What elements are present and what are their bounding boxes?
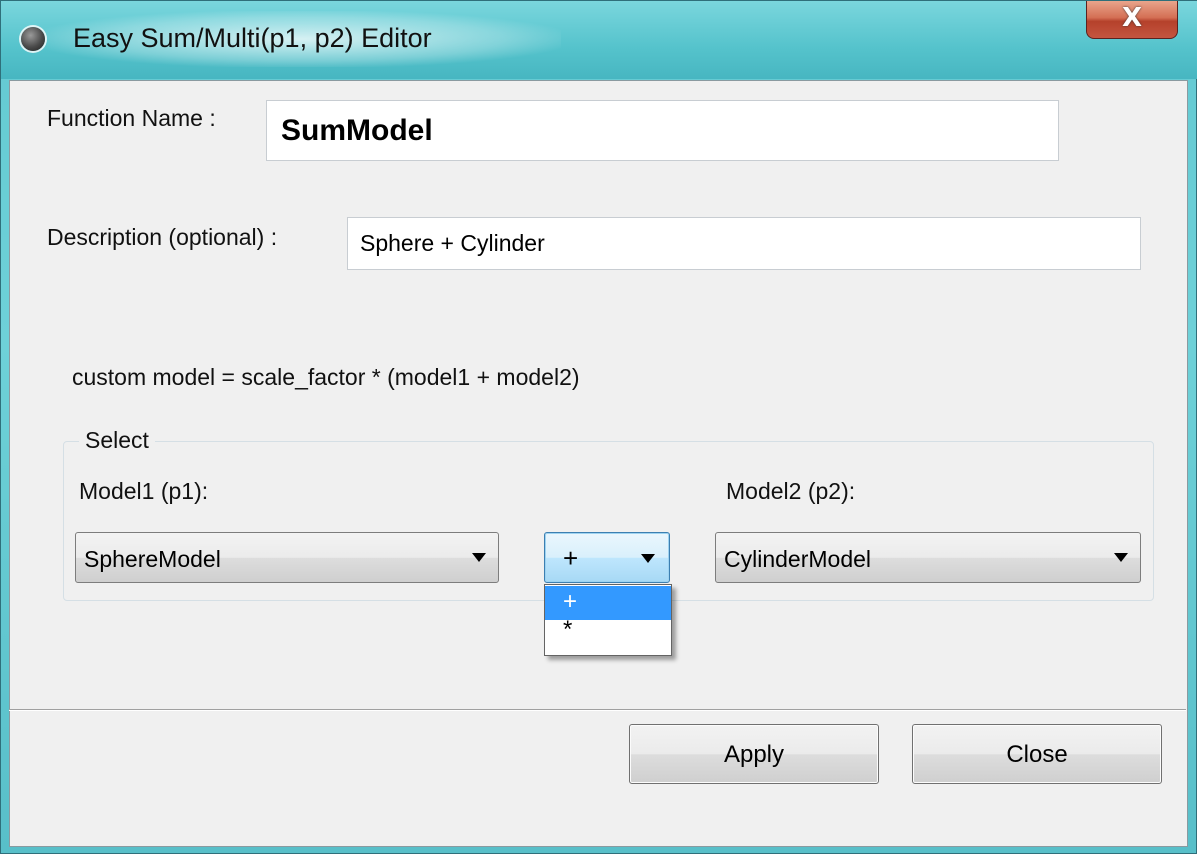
close-button[interactable]: Close [912,724,1162,784]
model1-value: SphereModel [84,546,221,572]
model2-combobox[interactable]: CylinderModel [715,532,1141,583]
model2-value: CylinderModel [724,546,872,572]
function-name-input[interactable] [266,100,1059,161]
apply-button[interactable]: Apply [629,724,879,784]
title-bar[interactable]: Easy Sum/Multi(p1, p2) Editor X [1,1,1197,79]
operator-combobox[interactable]: + [544,532,670,583]
formula-text: custom model = scale_factor * (model1 + … [72,364,580,390]
triangle-down-icon [472,553,486,562]
triangle-down-icon [641,554,655,563]
close-x-icon: X [1121,3,1143,33]
operator-value: + [563,543,579,573]
app-icon[interactable] [21,27,45,51]
model1-label: Model1 (p1): [79,478,209,504]
editor-window: Easy Sum/Multi(p1, p2) Editor X Function… [0,0,1197,854]
triangle-down-icon [1114,553,1128,562]
close-window-button[interactable]: X [1086,1,1178,39]
model1-combobox[interactable]: SphereModel [75,532,499,583]
window-title: Easy Sum/Multi(p1, p2) Editor [73,23,432,53]
operator-option-plus[interactable]: + [545,586,671,620]
description-label: Description (optional) : [47,224,278,250]
select-group-title: Select [79,427,155,454]
description-input[interactable] [347,217,1141,270]
model2-label: Model2 (p2): [726,478,856,504]
operator-dropdown-list: + * [544,584,672,656]
operator-option-multiply[interactable]: * [545,618,671,654]
function-name-label: Function Name : [47,105,216,131]
